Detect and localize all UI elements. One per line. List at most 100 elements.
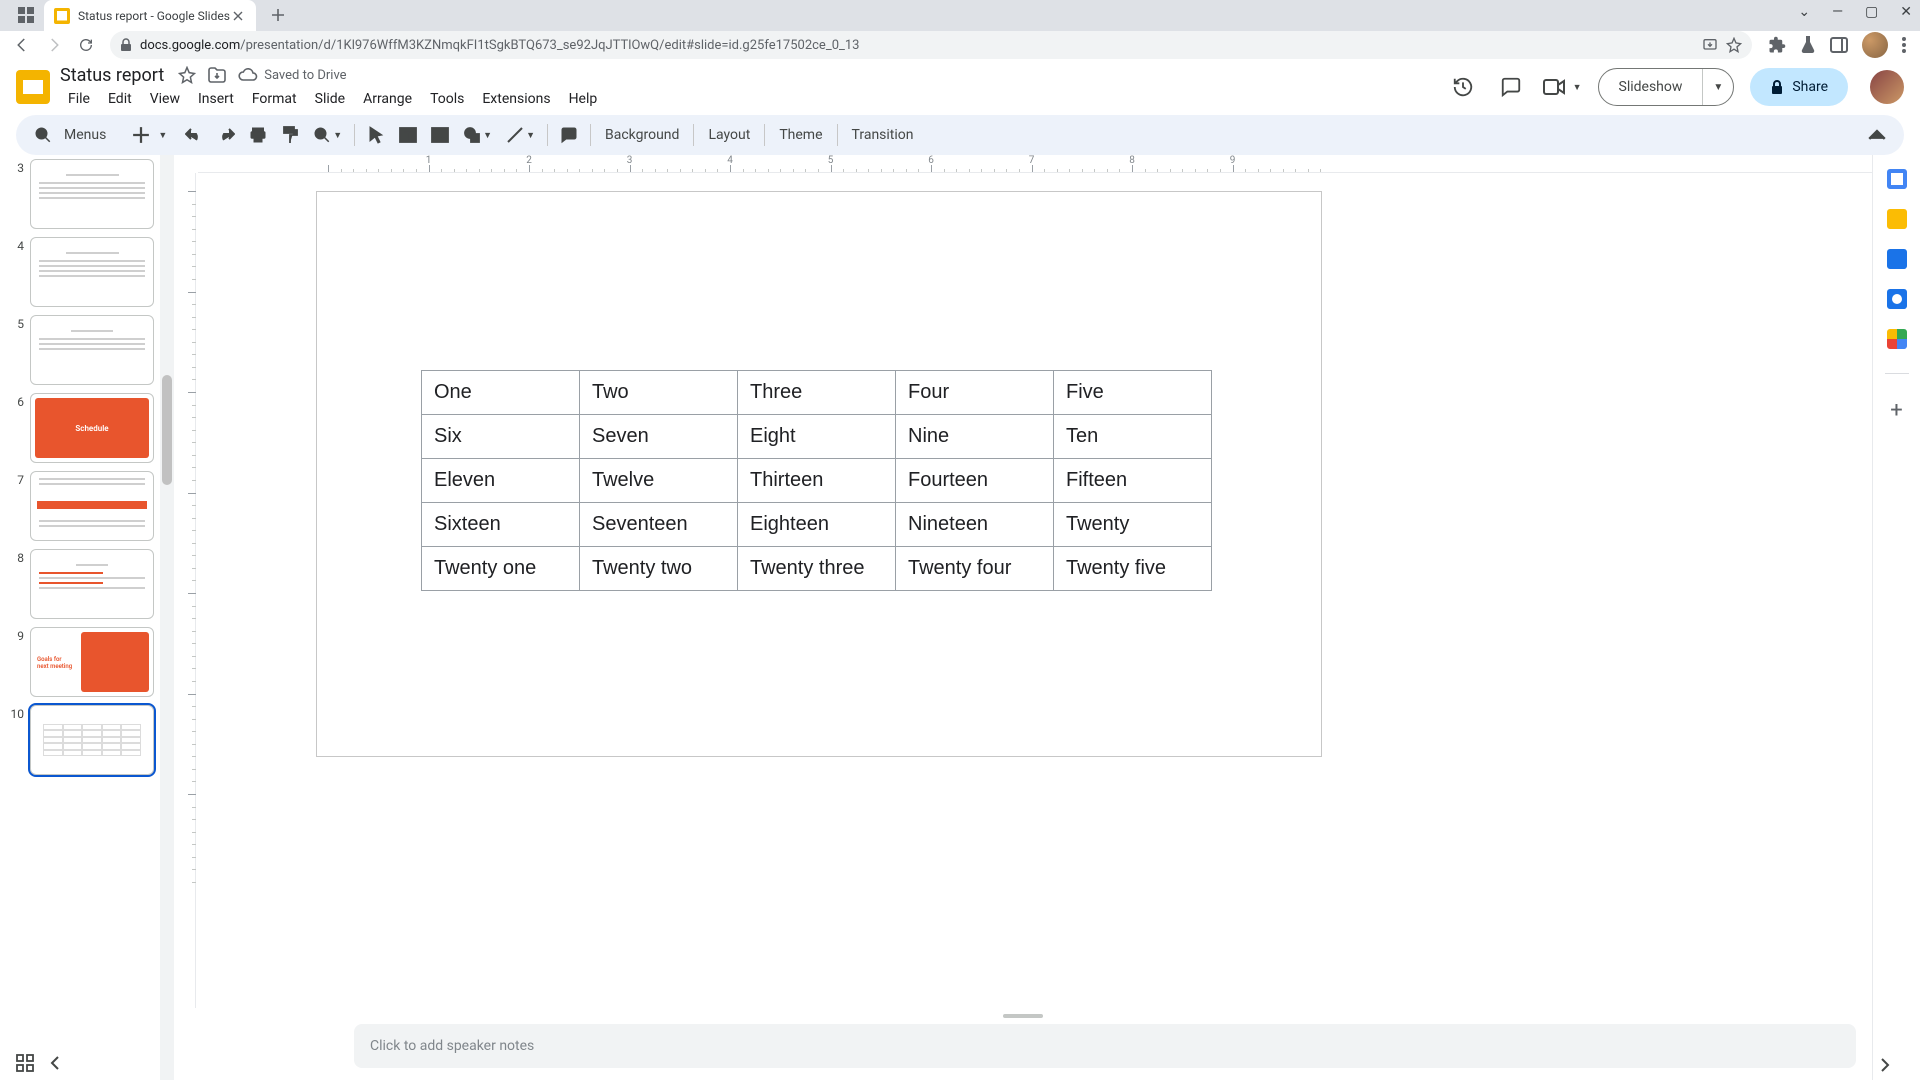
new-slide-options[interactable]: ▼: [156, 130, 167, 141]
chevron-down-icon[interactable]: ⌄: [1798, 4, 1810, 20]
table-cell[interactable]: Three: [738, 371, 896, 415]
star-icon[interactable]: [178, 66, 196, 84]
move-to-folder-icon[interactable]: [208, 67, 226, 83]
calendar-icon[interactable]: [1887, 169, 1907, 189]
share-button[interactable]: Share: [1750, 68, 1848, 106]
slide-thumbnail[interactable]: Schedule: [30, 393, 154, 463]
tab-search-button[interactable]: [12, 1, 40, 29]
table-cell[interactable]: Fourteen: [896, 459, 1054, 503]
menu-arrange[interactable]: Arrange: [355, 88, 420, 110]
labs-icon[interactable]: [1800, 36, 1816, 54]
vertical-ruler[interactable]: [174, 173, 196, 1008]
bookmark-star-icon[interactable]: [1726, 37, 1742, 53]
table-cell[interactable]: One: [422, 371, 580, 415]
transition-button[interactable]: Transition: [844, 127, 922, 143]
minimize-button[interactable]: —: [1832, 4, 1843, 20]
layout-button[interactable]: Layout: [700, 127, 758, 143]
history-icon[interactable]: [1447, 71, 1479, 103]
install-app-icon[interactable]: [1702, 37, 1718, 53]
table-cell[interactable]: Thirteen: [738, 459, 896, 503]
meet-button[interactable]: ▼: [1543, 79, 1582, 95]
menu-view[interactable]: View: [142, 88, 188, 110]
extensions-icon[interactable]: [1768, 36, 1786, 54]
table-cell[interactable]: Two: [580, 371, 738, 415]
menu-extensions[interactable]: Extensions: [474, 88, 558, 110]
line-tool[interactable]: ▼: [500, 120, 541, 150]
table-cell[interactable]: Sixteen: [422, 503, 580, 547]
get-addons-icon[interactable]: +: [1890, 398, 1902, 423]
maps-icon[interactable]: [1887, 329, 1907, 349]
menu-slide[interactable]: Slide: [307, 88, 353, 110]
slideshow-options-button[interactable]: ▼: [1703, 82, 1733, 93]
table-cell[interactable]: Twelve: [580, 459, 738, 503]
zoom-button[interactable]: ▼: [307, 120, 348, 150]
slide-thumbnail[interactable]: [30, 237, 154, 307]
account-avatar[interactable]: [1870, 70, 1904, 104]
table-cell[interactable]: Eight: [738, 415, 896, 459]
redo-button[interactable]: [211, 120, 241, 150]
comments-icon[interactable]: [1495, 71, 1527, 103]
collapse-toolbar-button[interactable]: [1862, 120, 1892, 150]
address-bar[interactable]: docs.google.com/presentation/d/1Kl976Wff…: [110, 31, 1752, 59]
table-cell[interactable]: Fifteen: [1054, 459, 1212, 503]
table-cell[interactable]: Four: [896, 371, 1054, 415]
table-cell[interactable]: Nineteen: [896, 503, 1054, 547]
close-window-button[interactable]: ✕: [1900, 4, 1912, 20]
table-cell[interactable]: Eighteen: [738, 503, 896, 547]
menu-help[interactable]: Help: [561, 88, 606, 110]
browser-tab[interactable]: Status report - Google Slides: [44, 0, 256, 31]
slide-thumbnail-current[interactable]: [30, 705, 154, 775]
table-cell[interactable]: Five: [1054, 371, 1212, 415]
table-cell[interactable]: Nine: [896, 415, 1054, 459]
select-tool[interactable]: [361, 120, 391, 150]
slide-thumbnail[interactable]: [30, 471, 154, 541]
menus-button[interactable]: Menus: [60, 127, 106, 143]
textbox-tool[interactable]: [393, 120, 423, 150]
notes-resize-handle[interactable]: [1003, 1014, 1043, 1018]
maximize-button[interactable]: ▢: [1865, 4, 1878, 20]
menu-format[interactable]: Format: [244, 88, 305, 110]
search-menus-icon[interactable]: [28, 120, 58, 150]
new-tab-button[interactable]: [264, 1, 292, 29]
back-button[interactable]: [8, 31, 36, 59]
image-tool[interactable]: [425, 120, 455, 150]
table-cell[interactable]: Twenty five: [1054, 547, 1212, 591]
slides-logo[interactable]: [16, 70, 50, 104]
theme-button[interactable]: Theme: [771, 127, 830, 143]
new-slide-button[interactable]: [126, 120, 156, 150]
slide-canvas[interactable]: One Two Three Four Five Six Seven Eight …: [316, 191, 1322, 757]
speaker-notes[interactable]: Click to add speaker notes: [354, 1024, 1856, 1068]
menu-file[interactable]: File: [60, 88, 98, 110]
slide-thumbnail[interactable]: [30, 315, 154, 385]
close-tab-button[interactable]: [230, 8, 246, 24]
slide-thumbnail[interactable]: [30, 159, 154, 229]
print-button[interactable]: [243, 120, 273, 150]
contacts-icon[interactable]: [1887, 289, 1907, 309]
keep-icon[interactable]: [1887, 209, 1907, 229]
table-cell[interactable]: Twenty four: [896, 547, 1054, 591]
slide-thumbnail[interactable]: [30, 549, 154, 619]
comment-button[interactable]: [554, 120, 584, 150]
menu-insert[interactable]: Insert: [190, 88, 242, 110]
shape-tool[interactable]: ▼: [457, 120, 498, 150]
table-cell[interactable]: Seventeen: [580, 503, 738, 547]
background-button[interactable]: Background: [597, 127, 687, 143]
table-cell[interactable]: Ten: [1054, 415, 1212, 459]
paint-format-button[interactable]: [275, 120, 305, 150]
menu-edit[interactable]: Edit: [100, 88, 140, 110]
table-cell[interactable]: Seven: [580, 415, 738, 459]
document-title[interactable]: Status report: [60, 65, 164, 86]
chrome-menu-icon[interactable]: [1902, 37, 1906, 53]
tasks-icon[interactable]: [1887, 249, 1907, 269]
forward-button[interactable]: [40, 31, 68, 59]
table-cell[interactable]: Twenty: [1054, 503, 1212, 547]
table-cell[interactable]: Six: [422, 415, 580, 459]
menu-tools[interactable]: Tools: [422, 88, 472, 110]
side-panel-icon[interactable]: [1830, 37, 1848, 53]
horizontal-ruler[interactable]: 123456789: [198, 155, 1872, 173]
table-cell[interactable]: Twenty three: [738, 547, 896, 591]
reload-button[interactable]: [72, 31, 100, 59]
undo-button[interactable]: [179, 120, 209, 150]
table-cell[interactable]: Twenty two: [580, 547, 738, 591]
slide-table[interactable]: One Two Three Four Five Six Seven Eight …: [421, 370, 1212, 591]
